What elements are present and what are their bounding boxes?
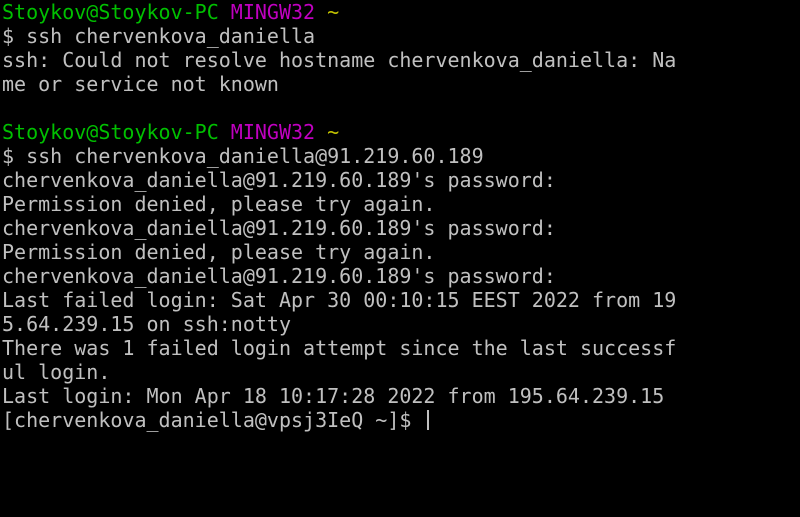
command-text: $ ssh chervenkova_daniella	[2, 24, 316, 48]
output-text: Last failed login: Sat Apr 30 00:10:15 E…	[2, 288, 677, 312]
prompt-user-host: Stoykov@Stoykov-PC	[2, 0, 219, 24]
output-text: chervenkova_daniella@91.219.60.189's pas…	[2, 264, 556, 288]
output-line: Permission denied, please try again.	[0, 192, 800, 216]
output-text: Permission denied, please try again.	[2, 192, 436, 216]
output-text: There was 1 failed login attempt since t…	[2, 336, 677, 360]
remote-prompt-line[interactable]: [chervenkova_daniella@vpsj3IeQ ~]$	[0, 408, 800, 432]
output-line: Last login: Mon Apr 18 10:17:28 2022 fro…	[0, 384, 800, 408]
output-text: chervenkova_daniella@91.219.60.189's pas…	[2, 168, 556, 192]
prompt-dir: ~	[327, 120, 340, 144]
prompt-line-2: Stoykov@Stoykov-PC MINGW32 ~	[0, 120, 800, 144]
output-line: chervenkova_daniella@91.219.60.189's pas…	[0, 216, 800, 240]
output-line: Permission denied, please try again.	[0, 240, 800, 264]
command-line-1: $ ssh chervenkova_daniella	[0, 24, 800, 48]
prompt-env: MINGW32	[230, 120, 316, 144]
output-text: chervenkova_daniella@91.219.60.189's pas…	[2, 216, 556, 240]
output-text: Last login: Mon Apr 18 10:17:28 2022 fro…	[2, 384, 665, 408]
command-line-2: $ ssh chervenkova_daniella@91.219.60.189	[0, 144, 800, 168]
command-text: $ ssh chervenkova_daniella@91.219.60.189	[2, 144, 484, 168]
text-cursor	[427, 410, 430, 430]
output-line: ul login.	[0, 360, 800, 384]
output-line: chervenkova_daniella@91.219.60.189's pas…	[0, 168, 800, 192]
output-line: chervenkova_daniella@91.219.60.189's pas…	[0, 264, 800, 288]
error-line-2: me or service not known	[0, 72, 800, 96]
terminal-window[interactable]: Stoykov@Stoykov-PC MINGW32 ~ $ ssh cherv…	[0, 0, 800, 517]
prompt-line-1: Stoykov@Stoykov-PC MINGW32 ~	[0, 0, 800, 24]
error-line-1: ssh: Could not resolve hostname chervenk…	[0, 48, 800, 72]
prompt-user-host: Stoykov@Stoykov-PC	[2, 120, 219, 144]
remote-prompt: [chervenkova_daniella@vpsj3IeQ ~]$	[2, 408, 424, 432]
output-text: me or service not known	[2, 72, 279, 96]
output-text: ul login.	[2, 360, 111, 384]
prompt-env: MINGW32	[230, 0, 316, 24]
output-line: Last failed login: Sat Apr 30 00:10:15 E…	[0, 288, 800, 312]
prompt-dir: ~	[327, 0, 340, 24]
output-line: 5.64.239.15 on ssh:notty	[0, 312, 800, 336]
output-text: ssh: Could not resolve hostname chervenk…	[2, 48, 677, 72]
output-text: Permission denied, please try again.	[2, 240, 436, 264]
output-text: 5.64.239.15 on ssh:notty	[2, 312, 291, 336]
output-line: There was 1 failed login attempt since t…	[0, 336, 800, 360]
